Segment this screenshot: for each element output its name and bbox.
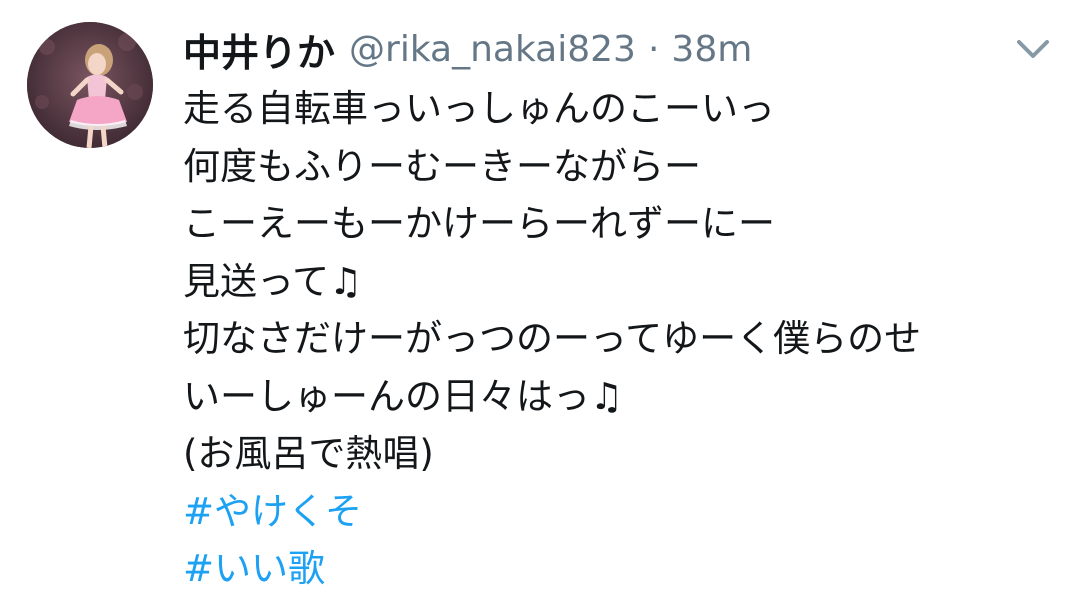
display-name[interactable]: 中井りか bbox=[183, 22, 335, 77]
chevron-down-icon[interactable] bbox=[1013, 34, 1053, 64]
tweet-text-line: 何度もふりーむーきーながらー bbox=[183, 144, 701, 188]
tweet-text-line: (お風呂で熱唱) bbox=[183, 432, 434, 475]
tweet-text: 走る自転車っいっしゅんのこーいっ 何度もふりーむーきーながらー こーえーもーかけ… bbox=[183, 80, 1053, 598]
user-handle[interactable]: @rika_nakai823 bbox=[349, 29, 636, 70]
avatar[interactable] bbox=[27, 22, 153, 148]
tweet-text-line: こーえーもーかけーらーれずーにー bbox=[183, 202, 775, 245]
tweet-text-line: 見送って♫ bbox=[183, 259, 363, 303]
tweet-header: 中井りか @rika_nakai823 · 38m bbox=[183, 22, 752, 77]
tweet-text-line: いーしゅーんの日々はっ♫ bbox=[183, 374, 624, 418]
tweet-text-line: 切なさだけーがっつのーってゆーく僕らのせ bbox=[183, 317, 922, 360]
tweet-text-line: 走る自転車っいっしゅんのこーいっ bbox=[183, 87, 775, 130]
timestamp[interactable]: 38m bbox=[671, 29, 752, 70]
hashtag-link[interactable]: #いい歌 bbox=[183, 540, 1053, 598]
tweet-card: 中井りか @rika_nakai823 · 38m 走る自転車っいっしゅんのこー… bbox=[0, 0, 1070, 593]
hashtag-link[interactable]: #やけくそ bbox=[183, 483, 1053, 541]
separator-dot: · bbox=[647, 28, 660, 70]
profile-photo bbox=[27, 22, 153, 148]
